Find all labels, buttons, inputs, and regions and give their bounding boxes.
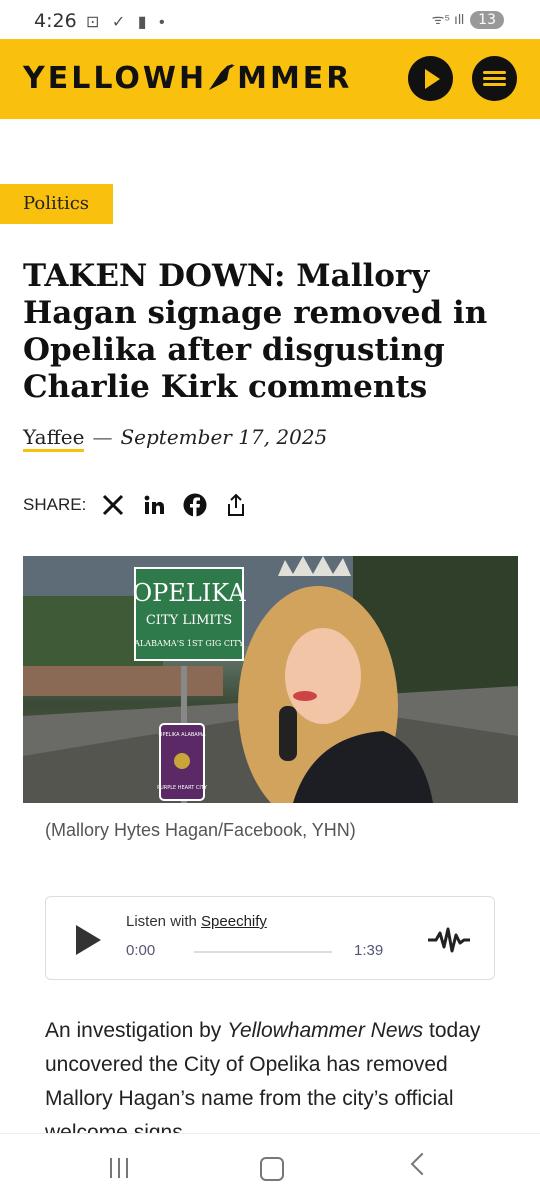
current-time: 0:00 xyxy=(126,942,156,959)
hero-illustration: OPELIKA CITY LIMITS ALABAMA'S 1ST GIG CI… xyxy=(23,556,518,803)
article-hero-image: OPELIKA CITY LIMITS ALABAMA'S 1ST GIG CI… xyxy=(23,556,518,803)
wifi-signal-icon: ᯤ⁵ ıll xyxy=(431,11,465,27)
article-headline: TAKEN DOWN: Mallory Hagan signage remove… xyxy=(23,258,488,405)
share-label: SHARE: xyxy=(23,495,87,514)
image-caption: (Mallory Hytes Hagan/Facebook, YHN) xyxy=(45,820,356,840)
bird-icon xyxy=(207,64,237,95)
author-link[interactable]: Yaffee xyxy=(23,425,85,452)
facebook-icon[interactable] xyxy=(182,492,208,518)
recent-apps-icon[interactable] xyxy=(110,1158,134,1178)
status-bar: 4:26 ⊡ ✓ ▮ • ᯤ⁵ ıll 13 xyxy=(0,0,540,40)
body-prefix: An investigation by xyxy=(45,1019,228,1042)
waveform-icon xyxy=(428,927,470,953)
byline-separator: — xyxy=(92,425,113,449)
speechify-link[interactable]: Speechify xyxy=(201,913,267,930)
sign-title: OPELIKA xyxy=(132,579,246,607)
publish-date: September 17, 2025 xyxy=(120,425,328,449)
logo-text-right: MMER xyxy=(237,61,353,96)
system-navigation-bar xyxy=(0,1133,540,1201)
speechify-player: Listen with Speechify 0:00 1:39 xyxy=(45,896,495,980)
site-logo[interactable]: YELLOWH MMER xyxy=(23,61,352,96)
notification-icons: ⊡ ✓ ▮ • xyxy=(86,14,169,31)
battery-icon: 13 xyxy=(470,10,504,29)
small-sign-bottom: PURPLE HEART CITY xyxy=(157,785,208,791)
sign-line: ALABAMA'S 1ST GIG CITY xyxy=(133,639,244,648)
body-publication: Yellowhammer News xyxy=(227,1019,424,1042)
play-icon[interactable] xyxy=(76,925,101,955)
share-icon[interactable] xyxy=(223,492,249,518)
status-right: ᯤ⁵ ıll 13 xyxy=(432,10,504,29)
player-label: Listen with Speechify xyxy=(126,913,267,930)
site-header: YELLOWH MMER xyxy=(0,39,540,119)
linkedin-icon[interactable] xyxy=(141,492,167,518)
microphone-icon xyxy=(279,706,297,761)
small-sign-top: OPELIKA ALABAMA xyxy=(159,732,206,738)
sign-subtitle: CITY LIMITS xyxy=(146,613,232,628)
logo-text-left: YELLOWH xyxy=(23,61,208,96)
menu-button[interactable] xyxy=(472,56,517,101)
back-icon[interactable] xyxy=(410,1152,434,1176)
byline: Yaffee — September 17, 2025 xyxy=(23,425,328,452)
x-twitter-icon[interactable] xyxy=(100,492,126,518)
article-body: An investigation by Yellowhammer News to… xyxy=(45,1014,495,1150)
status-time: 4:26 xyxy=(34,10,77,32)
duration: 1:39 xyxy=(354,942,384,959)
player-label-prefix: Listen with xyxy=(126,913,202,930)
home-icon[interactable] xyxy=(260,1157,284,1181)
category-tag[interactable]: Politics xyxy=(0,184,113,224)
progress-track[interactable] xyxy=(194,951,332,953)
audio-play-button[interactable] xyxy=(408,56,453,101)
share-bar: SHARE: xyxy=(23,492,264,518)
